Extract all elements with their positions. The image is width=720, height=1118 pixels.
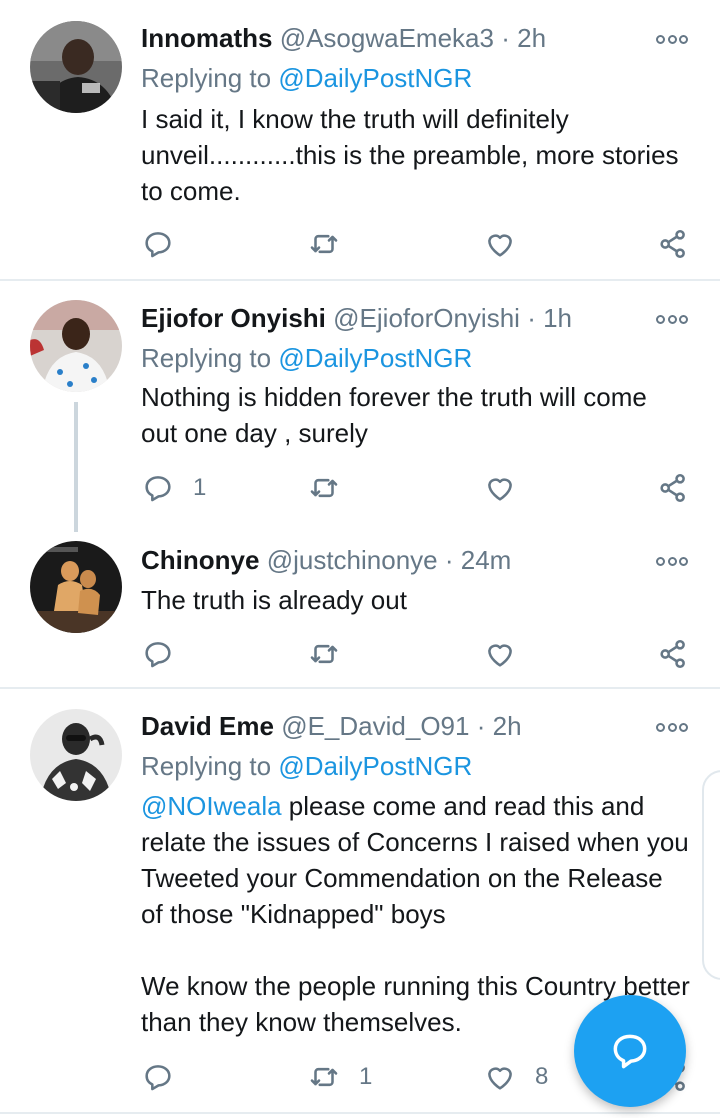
avatar-image bbox=[30, 709, 122, 801]
tweet-divider bbox=[0, 1112, 720, 1114]
retweet-icon bbox=[310, 478, 338, 498]
tweet-header: Chinonye @justchinonye · 24m bbox=[141, 543, 640, 577]
more-options-icon[interactable] bbox=[656, 720, 688, 734]
retweet-icon bbox=[310, 644, 338, 664]
author-handle[interactable]: @EjioforOnyishi bbox=[333, 303, 520, 333]
reply-icon bbox=[145, 232, 171, 258]
author-name[interactable]: Chinonye bbox=[141, 545, 259, 575]
separator-dot: · bbox=[476, 711, 486, 741]
avatar-image bbox=[30, 21, 122, 113]
tweet-time[interactable]: 2h bbox=[517, 23, 546, 53]
tweet-time[interactable]: 2h bbox=[493, 711, 522, 741]
mention-link[interactable]: @NOIweala bbox=[141, 791, 282, 821]
reply-button[interactable] bbox=[141, 224, 193, 264]
avatar-image bbox=[30, 300, 122, 392]
avatar[interactable] bbox=[30, 300, 122, 392]
share-icon bbox=[660, 473, 685, 503]
tweet-header: Ejiofor Onyishi @EjioforOnyishi · 1h bbox=[141, 301, 640, 335]
retweet-button[interactable] bbox=[307, 224, 359, 264]
tweet-time[interactable]: 1h bbox=[543, 303, 572, 333]
compose-reply-icon bbox=[613, 1034, 647, 1069]
replying-to: Replying to @DailyPostNGR bbox=[141, 749, 472, 783]
tweet-actions bbox=[0, 224, 720, 264]
separator-dot: · bbox=[527, 303, 536, 333]
avatar[interactable] bbox=[30, 541, 122, 633]
avatar-image bbox=[30, 541, 122, 633]
retweet-icon bbox=[310, 234, 338, 254]
author-handle[interactable]: @justchinonye bbox=[267, 545, 438, 575]
heart-icon bbox=[488, 644, 512, 667]
tweet-text: I said it, I know the truth will definit… bbox=[141, 104, 679, 206]
tweet-time[interactable]: 24m bbox=[461, 545, 512, 575]
avatar[interactable] bbox=[30, 21, 122, 113]
tweet-actions bbox=[0, 634, 720, 674]
author-handle[interactable]: @E_David_O91 bbox=[281, 711, 469, 741]
compose-reply-button[interactable] bbox=[574, 995, 686, 1107]
retweet-button[interactable] bbox=[307, 634, 359, 674]
heart-icon bbox=[488, 478, 512, 501]
tweet-text: Nothing is hidden forever the truth will… bbox=[141, 382, 647, 448]
like-button[interactable] bbox=[483, 468, 535, 508]
reply-button[interactable] bbox=[141, 634, 193, 674]
author-name[interactable]: Innomaths bbox=[141, 23, 272, 53]
heart-icon bbox=[488, 1067, 512, 1090]
heart-icon bbox=[488, 234, 512, 257]
replying-to: Replying to @DailyPostNGR bbox=[141, 341, 472, 375]
separator-dot: · bbox=[501, 23, 510, 53]
like-button[interactable] bbox=[483, 224, 535, 264]
like-count: 8 bbox=[535, 1063, 549, 1090]
reply-icon bbox=[145, 642, 171, 668]
share-icon bbox=[660, 229, 685, 259]
more-options-icon[interactable] bbox=[656, 32, 688, 46]
share-button[interactable] bbox=[656, 468, 690, 508]
tweet-text: The truth is already out bbox=[141, 585, 407, 615]
author-name[interactable]: Ejiofor Onyishi bbox=[141, 303, 326, 333]
author-name[interactable]: David Eme bbox=[141, 711, 274, 741]
replying-to-link[interactable]: @DailyPostNGR bbox=[278, 343, 472, 373]
reply-icon bbox=[145, 476, 171, 502]
share-icon bbox=[660, 639, 685, 669]
share-button[interactable] bbox=[656, 224, 690, 264]
reply-button[interactable] bbox=[141, 1057, 193, 1097]
replying-to: Replying to @DailyPostNGR bbox=[141, 61, 472, 95]
tweet[interactable]: Innomaths @AsogwaEmeka3 · 2h Replying to… bbox=[0, 0, 720, 280]
tweet-header: David Eme @E_David_O91 · 2h bbox=[141, 709, 640, 743]
tweet-actions: 1 bbox=[0, 468, 720, 508]
replying-prefix: Replying to bbox=[141, 63, 272, 93]
replying-to-link[interactable]: @DailyPostNGR bbox=[278, 751, 472, 781]
replying-to-link[interactable]: @DailyPostNGR bbox=[278, 63, 472, 93]
reply-icon bbox=[145, 1065, 171, 1091]
more-options-icon[interactable] bbox=[656, 554, 688, 568]
scroll-handle[interactable] bbox=[702, 770, 720, 980]
separator-dot: · bbox=[444, 545, 454, 575]
retweet-button[interactable]: 1 bbox=[307, 1057, 372, 1097]
author-handle[interactable]: @AsogwaEmeka3 bbox=[280, 23, 494, 53]
tweet-header: Innomaths @AsogwaEmeka3 · 2h bbox=[141, 21, 640, 55]
tweet[interactable]: Chinonye @justchinonye · 24m The truth i… bbox=[0, 531, 720, 687]
replying-prefix: Replying to bbox=[141, 343, 272, 373]
avatar[interactable] bbox=[30, 709, 122, 801]
reply-count: 1 bbox=[193, 474, 207, 501]
retweet-button[interactable] bbox=[307, 468, 359, 508]
retweet-icon bbox=[310, 1067, 338, 1087]
replying-prefix: Replying to bbox=[141, 751, 272, 781]
like-button[interactable] bbox=[483, 634, 535, 674]
reply-button[interactable]: 1 bbox=[141, 468, 206, 508]
share-button[interactable] bbox=[656, 634, 690, 674]
retweet-count: 1 bbox=[359, 1063, 373, 1090]
more-options-icon[interactable] bbox=[656, 312, 688, 326]
tweet[interactable]: Ejiofor Onyishi @EjioforOnyishi · 1h Rep… bbox=[0, 281, 720, 531]
like-button[interactable]: 8 bbox=[483, 1057, 548, 1097]
